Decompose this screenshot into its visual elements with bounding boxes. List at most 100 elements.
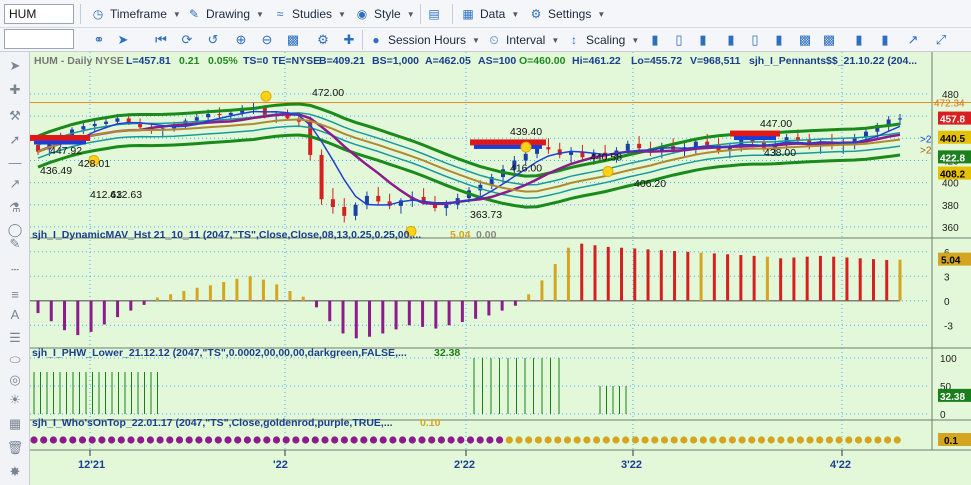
date-axis-label: 4'22: [830, 459, 851, 471]
scaling-menu[interactable]: ↕ Scaling ▼: [566, 29, 639, 51]
whos-on-top-dot: [331, 436, 339, 444]
whos-on-top-dot: [399, 436, 407, 444]
layout-button[interactable]: ▤: [426, 3, 442, 25]
price-annotation: 439.40: [510, 126, 542, 138]
pointer-icon[interactable]: ➤: [5, 56, 25, 76]
interval-label: Interval: [506, 33, 546, 47]
channel-icon[interactable]: ≡: [5, 284, 25, 304]
whos-on-top-dot: [389, 436, 397, 444]
whos-on-top-dot: [447, 436, 455, 444]
whos-on-top-dot: [205, 436, 213, 444]
drawing-menu[interactable]: ✎ Drawing ▼: [186, 3, 264, 25]
candle-type-icon[interactable]: ▯: [670, 31, 688, 49]
bars-icon[interactable]: ▮: [850, 31, 868, 49]
interval-menu[interactable]: ⏲ Interval ▼: [486, 29, 559, 51]
trendline-icon[interactable]: ➚: [5, 130, 25, 150]
studies-menu[interactable]: ≈ Studies ▼: [272, 3, 346, 25]
whos-on-top-dot: [631, 436, 640, 444]
whos-on-top-dot: [806, 436, 814, 444]
whos-on-top-dot: [59, 436, 67, 444]
bar-type-icon[interactable]: ▮: [646, 31, 664, 49]
toolbar-separator: [420, 4, 421, 24]
candle-body: [81, 126, 86, 130]
grid-settings-icon[interactable]: ⚙: [314, 31, 332, 49]
whos-on-top-dot: [88, 436, 96, 444]
arc-icon[interactable]: ☀: [5, 390, 25, 410]
pivot-dot: [602, 166, 614, 178]
style-menu[interactable]: ◉ Style ▼: [354, 3, 415, 25]
replay-icon[interactable]: ↺: [204, 31, 222, 49]
line-type-icon[interactable]: ▮: [770, 31, 788, 49]
bar-chart-icon[interactable]: ▩: [284, 31, 302, 49]
ray-icon[interactable]: ↗: [5, 174, 25, 194]
header-stat: V=968,511: [690, 55, 741, 67]
refresh-icon[interactable]: ⟳: [178, 31, 196, 49]
whos-on-top-dot: [534, 436, 542, 444]
zoom-out-icon[interactable]: ⊖: [258, 31, 276, 49]
delete-icon[interactable]: 🗑: [5, 438, 25, 458]
whos-on-top-dot: [554, 436, 562, 444]
histogram-icon[interactable]: ▩: [820, 31, 838, 49]
candle-body: [217, 113, 222, 116]
lines-icon[interactable]: ☰: [5, 328, 25, 348]
chart-svg[interactable]: 480460440420400380360472.34447.92436.494…: [30, 52, 971, 485]
whos-on-top-value: 0.10: [420, 417, 441, 429]
whos-on-top-dot: [748, 436, 756, 444]
header-stat: L=457.81: [126, 55, 171, 67]
session-hours-menu[interactable]: ● Session Hours ▼: [368, 29, 480, 51]
candle-body: [637, 143, 642, 149]
fib-icon[interactable]: ⚗: [5, 198, 25, 218]
pivot-dot: [520, 141, 532, 153]
studies-label: Studies: [292, 7, 333, 21]
columns-icon[interactable]: ▮: [876, 31, 894, 49]
horizontal-line-icon[interactable]: —: [5, 152, 25, 172]
chevron-down-icon: ▼: [551, 35, 560, 45]
symbol-input[interactable]: HUM: [4, 4, 74, 24]
data-menu[interactable]: ▦ Data ▼: [460, 3, 519, 25]
drawing-label: Drawing: [206, 7, 251, 21]
scaling-label: Scaling: [586, 33, 626, 47]
ellipse-icon[interactable]: ⬭: [5, 350, 25, 370]
whos-on-top-dot: [787, 436, 795, 444]
crosshair-icon[interactable]: ✚: [5, 80, 25, 100]
zoom-in-icon[interactable]: ⊕: [232, 31, 250, 49]
whos-on-top-dot: [302, 436, 310, 444]
chart-add-icon[interactable]: ↗: [904, 31, 922, 49]
expand-icon[interactable]: ⤢: [932, 31, 950, 49]
table-icon: ▦: [462, 7, 474, 21]
grid-icon[interactable]: ▦: [5, 414, 25, 434]
timeframe-menu[interactable]: ◷ Timeframe ▼: [90, 3, 181, 25]
rewind-icon[interactable]: ⏮: [152, 31, 170, 49]
ohlc-type-icon[interactable]: ▮: [694, 31, 712, 49]
link-icon[interactable]: ⚭: [90, 31, 108, 49]
target-icon[interactable]: ◎: [5, 370, 25, 390]
volume-icon[interactable]: ▩: [796, 31, 814, 49]
whos-on-top-dot: [544, 436, 552, 444]
chart-area[interactable]: 480460440420400380360472.34447.92436.494…: [30, 52, 971, 485]
pivot-dot: [260, 90, 272, 102]
secondary-input[interactable]: [4, 29, 74, 49]
price-annotation: 436.49: [40, 165, 72, 177]
toolbar-separator: [80, 4, 81, 24]
text-icon[interactable]: A: [5, 304, 25, 324]
vertical-lines-icon[interactable]: ┄: [5, 260, 25, 280]
cursor-icon[interactable]: ➤: [114, 31, 132, 49]
price-annotation: 363.73: [470, 209, 502, 221]
crosshair-icon[interactable]: ✚: [340, 31, 358, 49]
candle-alt-icon[interactable]: ▯: [746, 31, 764, 49]
mav-tag-label: 5.04: [941, 256, 961, 267]
whos-on-top-dot: [40, 436, 48, 444]
wrench-icon[interactable]: ⚒: [5, 106, 25, 126]
settings-menu[interactable]: ⚙ Settings ▼: [528, 3, 606, 25]
star-icon[interactable]: ✸: [5, 462, 25, 482]
whos-on-top-dot: [175, 436, 184, 444]
whos-on-top-dot: [719, 436, 727, 444]
whos-on-top-dot: [214, 436, 222, 444]
price-tag-label: 408.2: [940, 170, 965, 181]
chevron-down-icon: ▼: [338, 9, 346, 19]
candle-body: [546, 147, 551, 150]
candle-icon[interactable]: ▮: [722, 31, 740, 49]
ruler-icon[interactable]: ✎: [5, 234, 25, 254]
layout-icon: ▤: [428, 7, 440, 21]
exchange-label: NYSE: [95, 55, 124, 67]
